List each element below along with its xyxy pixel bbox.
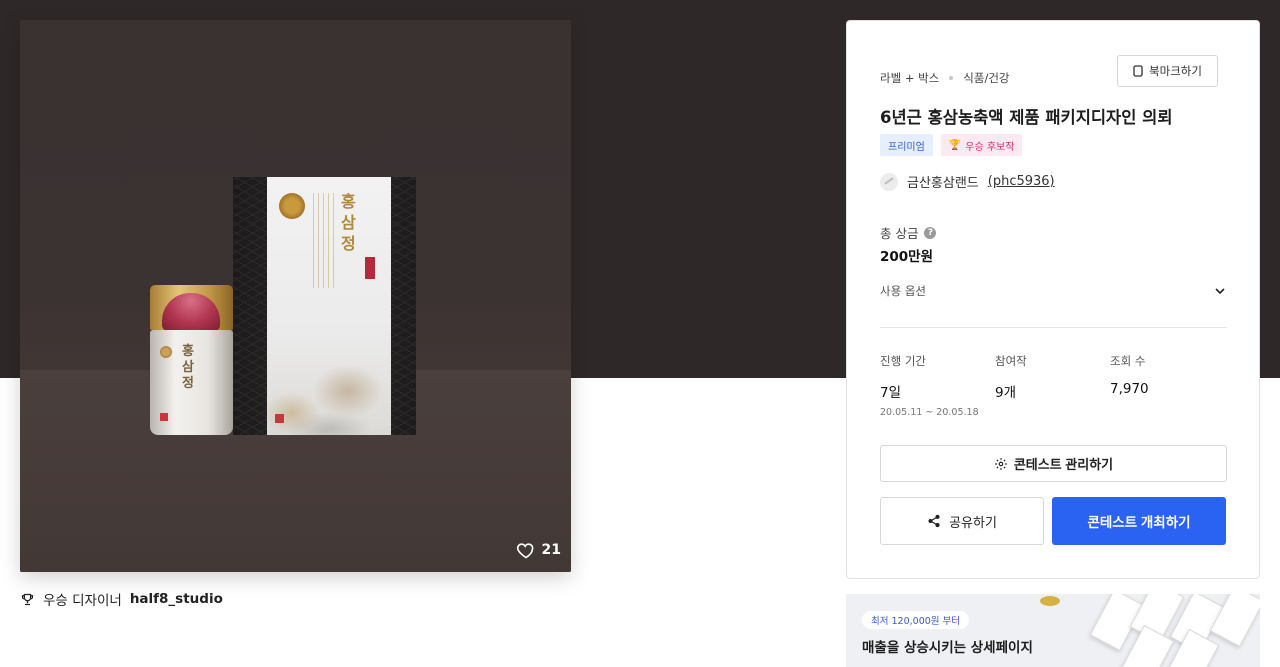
box-red-label (365, 257, 375, 279)
ad-banner[interactable]: 최저 120,000원 부터 매출을 상승시키는 상세페이지 (846, 594, 1260, 667)
contest-main-image[interactable]: 홍삼정 홍삼정 21 (20, 20, 571, 572)
manage-contest-button[interactable]: 콘테스트 관리하기 (880, 445, 1227, 482)
ad-headline: 매출을 상승시키는 상세페이지 (862, 640, 1033, 656)
winner-name[interactable]: half8_studio (130, 591, 223, 607)
share-label: 공유하기 (949, 514, 997, 530)
breadcrumb-category[interactable]: 라벨 + 박스 (880, 70, 939, 86)
breadcrumb-subcategory[interactable]: 식품/건강 (963, 70, 1009, 86)
winner-designer: 우승 디자이너 half8_studio (20, 589, 223, 609)
bookmark-button[interactable]: 북마크하기 (1117, 55, 1218, 87)
coin-icon (1040, 596, 1060, 606)
brand-logo-icon (275, 414, 284, 423)
help-icon[interactable]: ? (924, 226, 937, 239)
host-info[interactable]: 금산홍삼랜드 (phc5936) (880, 172, 1055, 191)
jar-emblem-icon (160, 346, 172, 358)
breadcrumb: 라벨 + 박스 식품/건강 (880, 70, 1009, 86)
period-value: 7일 (880, 385, 902, 401)
views-label: 조회 수 (1110, 354, 1146, 368)
divider (880, 327, 1227, 328)
trophy-icon (21, 593, 34, 605)
prize-label-text: 총 상금 (880, 226, 919, 241)
box-mountain-art (267, 325, 391, 435)
contest-stats: 진행 기간 7일 20.05.11 ~ 20.05.18 참여작 9개 조회 수… (880, 353, 1227, 418)
views-value: 7,970 (1110, 381, 1149, 397)
stat-period: 진행 기간 7일 20.05.11 ~ 20.05.18 (880, 353, 995, 418)
contest-title: 6년근 홍삼농축액 제품 패키지디자인 의뢰 (880, 108, 1173, 127)
prize-label: 총 상금 ? (880, 223, 937, 242)
host-id[interactable]: (phc5936) (988, 174, 1055, 189)
ad-price-pill: 최저 120,000원 부터 (862, 611, 970, 629)
product-jar: 홍삼정 (150, 285, 233, 435)
jar-body: 홍삼정 (150, 330, 233, 435)
gear-icon (995, 457, 1007, 470)
stat-participants: 참여작 9개 (995, 353, 1110, 418)
participants-value: 9개 (995, 385, 1017, 401)
winner-candidate-badge: 🏆 우승 후보작 (940, 134, 1023, 156)
badge-row: 프리미엄 🏆 우승 후보작 (880, 134, 1023, 156)
box-title: 홍삼정 (341, 192, 356, 253)
prize-value: 200만원 (880, 249, 934, 265)
chevron-down-icon (1215, 288, 1225, 295)
trophy-icon: 🏆 (948, 139, 962, 151)
jar-logo-icon (160, 413, 168, 421)
options-toggle[interactable]: 사용 옵션 (880, 283, 1227, 299)
ad-page-mockup (1209, 594, 1260, 647)
heart-icon (516, 543, 533, 559)
emblem-icon (279, 193, 305, 219)
host-contest-button[interactable]: 콘테스트 개최하기 (1052, 497, 1226, 545)
period-label: 진행 기간 (880, 354, 926, 368)
like-button[interactable]: 21 (516, 540, 561, 560)
share-icon (928, 514, 940, 528)
winner-candidate-label: 우승 후보작 (965, 141, 1015, 153)
breadcrumb-separator (949, 76, 954, 80)
package-box-label: 홍삼정 (267, 177, 391, 435)
host-name: 금산홍삼랜드 (907, 176, 979, 191)
avatar (880, 172, 898, 191)
stat-views: 조회 수 7,970 (1110, 353, 1225, 418)
bookmark-label: 북마크하기 (1149, 64, 1202, 78)
winner-label: 우승 디자이너 (43, 593, 122, 609)
jar-title: 홍삼정 (182, 344, 194, 391)
contest-info-panel: 라벨 + 박스 식품/건강 북마크하기 6년근 홍삼농축액 제품 패키지디자인 … (846, 20, 1260, 579)
like-count: 21 (541, 542, 561, 558)
period-range: 20.05.11 ~ 20.05.18 (880, 407, 979, 418)
premium-badge: 프리미엄 (880, 134, 933, 156)
bookmark-icon (1133, 65, 1143, 77)
manage-contest-label: 콘테스트 관리하기 (1013, 457, 1114, 472)
options-label: 사용 옵션 (880, 284, 926, 298)
share-button[interactable]: 공유하기 (880, 497, 1044, 545)
ad-visual (1040, 594, 1260, 667)
box-text-lines (313, 193, 335, 288)
participants-label: 참여작 (995, 354, 1027, 368)
